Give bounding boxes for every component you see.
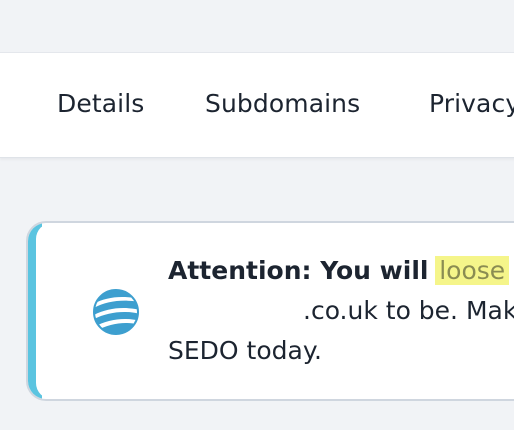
tab-privacy[interactable]: Privacy bbox=[429, 89, 514, 118]
alert-prefix: Attention: You will bbox=[168, 256, 438, 285]
alert-after-highlight: £ bbox=[507, 256, 514, 285]
domain-tabs: Details Subdomains Privacy bbox=[0, 52, 514, 158]
alert-highlight: loose bbox=[435, 256, 510, 285]
top-bar bbox=[0, 0, 514, 52]
globe-icon bbox=[93, 289, 139, 335]
page: Details Subdomains Privacy Attention: Yo… bbox=[0, 0, 514, 430]
tab-details[interactable]: Details bbox=[57, 89, 144, 118]
alert-line-3: SEDO today. bbox=[168, 336, 323, 365]
alert-body: Attention: You will loose £ .co.uk to be… bbox=[36, 223, 514, 399]
alert-line-2: .co.uk to be. Mak bbox=[303, 296, 514, 325]
alert-line-1: Attention: You will loose £ bbox=[168, 251, 514, 291]
tab-subdomains[interactable]: Subdomains bbox=[205, 89, 360, 118]
attention-alert: Attention: You will loose £ .co.uk to be… bbox=[26, 221, 514, 401]
alert-message: Attention: You will loose £ .co.uk to be… bbox=[168, 251, 514, 371]
